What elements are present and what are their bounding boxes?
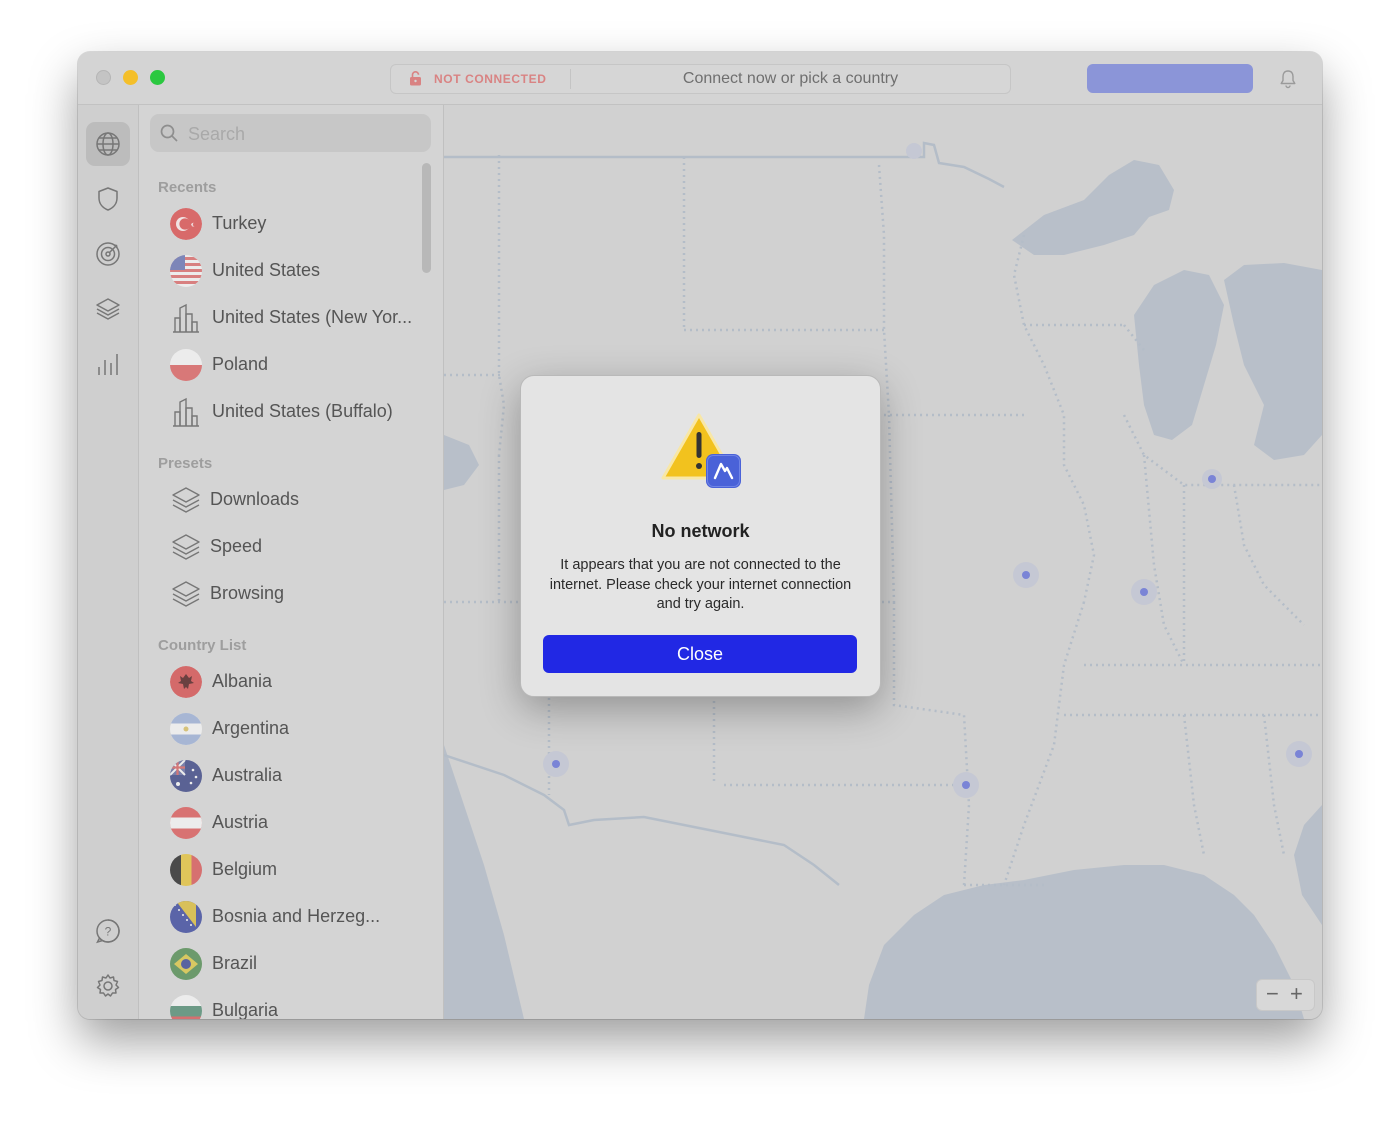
- layers-icon: [172, 534, 200, 560]
- connection-status-bar[interactable]: NOT CONNECTED Connect now or pick a coun…: [390, 64, 1011, 94]
- gulf-of-mexico: [864, 865, 1304, 1019]
- brazil-flag-icon: [170, 948, 202, 980]
- preset-item-speed[interactable]: Speed: [166, 527, 426, 567]
- list-item-label: Albania: [212, 671, 273, 691]
- rail-settings-button[interactable]: [86, 964, 130, 1008]
- list-item-label: Brazil: [212, 953, 258, 973]
- dialog-title: No network: [651, 521, 750, 541]
- australia-flag-icon: [170, 760, 202, 792]
- connect-prompt: Connect now or pick a country: [682, 70, 899, 87]
- zoom-controls: − +: [1256, 979, 1315, 1011]
- austria-flag-icon: [170, 807, 202, 839]
- pacific-coast: [444, 435, 479, 490]
- list-item-label: Speed: [210, 536, 263, 556]
- shield-icon: [98, 187, 118, 211]
- recents-heading: Recents: [158, 179, 217, 196]
- recent-item-turkey[interactable]: Turkey: [166, 204, 426, 244]
- search-box[interactable]: [150, 114, 431, 154]
- atlantic-coast: [1294, 805, 1322, 925]
- list-item-label: Downloads: [210, 489, 300, 509]
- rail-globe-button[interactable]: [86, 122, 130, 166]
- bosnia-flag-icon: [170, 901, 202, 933]
- preset-item-browsing[interactable]: Browsing: [166, 574, 426, 614]
- server-sidebar: Recents Turkey United States: [139, 105, 444, 1019]
- list-item-label: Bulgaria: [212, 1000, 279, 1019]
- list-item-label: Argentina: [212, 718, 290, 738]
- belgium-flag-icon: [170, 854, 202, 886]
- city-icon: [173, 303, 199, 333]
- lake-huron: [1224, 263, 1322, 460]
- close-button[interactable]: Close: [543, 635, 857, 673]
- list-item-label: Austria: [212, 812, 269, 832]
- country-item-argentina[interactable]: Argentina: [166, 709, 426, 749]
- layers-icon: [172, 487, 200, 513]
- country-item-bulgaria[interactable]: Bulgaria: [166, 991, 426, 1019]
- country-item-austria[interactable]: Austria: [166, 803, 426, 843]
- title-bar: NOT CONNECTED Connect now or pick a coun…: [78, 52, 1322, 105]
- layers-icon: [96, 298, 120, 320]
- recent-item-united-states-buffalo[interactable]: United States (Buffalo): [166, 392, 426, 432]
- rail-help-button[interactable]: ?: [86, 909, 130, 953]
- list-item-label: Belgium: [212, 859, 278, 879]
- recent-item-united-states-new-york[interactable]: United States (New Yor...: [166, 298, 426, 338]
- search-input[interactable]: [186, 114, 420, 154]
- list-item-label: United States (Buffalo): [212, 401, 393, 421]
- rail-layers-button[interactable]: [86, 287, 130, 331]
- quick-connect-button[interactable]: [1087, 64, 1253, 93]
- bulgaria-flag-icon: [170, 995, 202, 1019]
- search-icon: [160, 124, 178, 142]
- layers-icon: [172, 581, 200, 607]
- lake-michigan: [1134, 270, 1224, 440]
- country-item-belgium[interactable]: Belgium: [166, 850, 426, 890]
- stats-icon: [98, 354, 118, 375]
- no-network-dialog: No network It appears that you are not c…: [520, 375, 881, 697]
- target-icon: [96, 242, 120, 266]
- lake-superior: [1012, 160, 1174, 255]
- country-item-bosnia-and-herzegovina[interactable]: Bosnia and Herzeg...: [166, 897, 426, 937]
- globe-icon: [96, 132, 120, 156]
- dialog-message: It appears that you are not connected to…: [549, 557, 852, 612]
- turkey-flag-icon: [170, 208, 202, 240]
- city-icon: [173, 397, 199, 427]
- zoom-in-button[interactable]: +: [1290, 981, 1303, 1007]
- list-item-label: United States: [212, 260, 321, 280]
- list-item-label: United States (New Yor...: [212, 307, 413, 327]
- help-icon: ?: [96, 919, 120, 944]
- country-list-heading: Country List: [158, 637, 247, 654]
- presets-heading: Presets: [158, 455, 213, 472]
- country-item-australia[interactable]: Australia: [166, 756, 426, 796]
- list-item-label: Australia: [212, 765, 283, 785]
- recent-item-united-states[interactable]: United States: [166, 251, 426, 291]
- albania-flag-icon: [170, 666, 202, 698]
- list-item-label: Browsing: [210, 583, 285, 603]
- window-close-button[interactable]: [96, 70, 111, 85]
- window-minimize-button[interactable]: [123, 70, 138, 85]
- preset-item-downloads[interactable]: Downloads: [166, 480, 426, 520]
- recent-item-poland[interactable]: Poland: [166, 345, 426, 385]
- gulf-of-california: [444, 745, 524, 1019]
- svg-text:?: ?: [105, 925, 112, 939]
- warning-icon: [661, 413, 741, 488]
- rail-shield-button[interactable]: [86, 177, 130, 221]
- country-item-albania[interactable]: Albania: [166, 662, 426, 702]
- connection-status-text: NOT CONNECTED: [434, 72, 547, 86]
- unlocked-icon: [410, 71, 421, 86]
- window-zoom-button[interactable]: [150, 70, 165, 85]
- usa-flag-icon: [170, 255, 202, 287]
- rail-target-button[interactable]: [86, 232, 130, 276]
- gear-icon: [96, 974, 120, 997]
- argentina-flag-icon: [170, 713, 202, 745]
- list-item-label: Turkey: [212, 213, 267, 233]
- list-item-label: Poland: [212, 354, 269, 374]
- zoom-out-button[interactable]: −: [1266, 981, 1279, 1007]
- nav-rail: ?: [78, 105, 139, 1019]
- poland-flag-icon: [170, 349, 202, 381]
- list-item-label: Bosnia and Herzeg...: [212, 906, 381, 926]
- rail-stats-button[interactable]: [86, 342, 130, 386]
- country-item-brazil[interactable]: Brazil: [166, 944, 426, 984]
- bell-icon[interactable]: [1279, 69, 1297, 89]
